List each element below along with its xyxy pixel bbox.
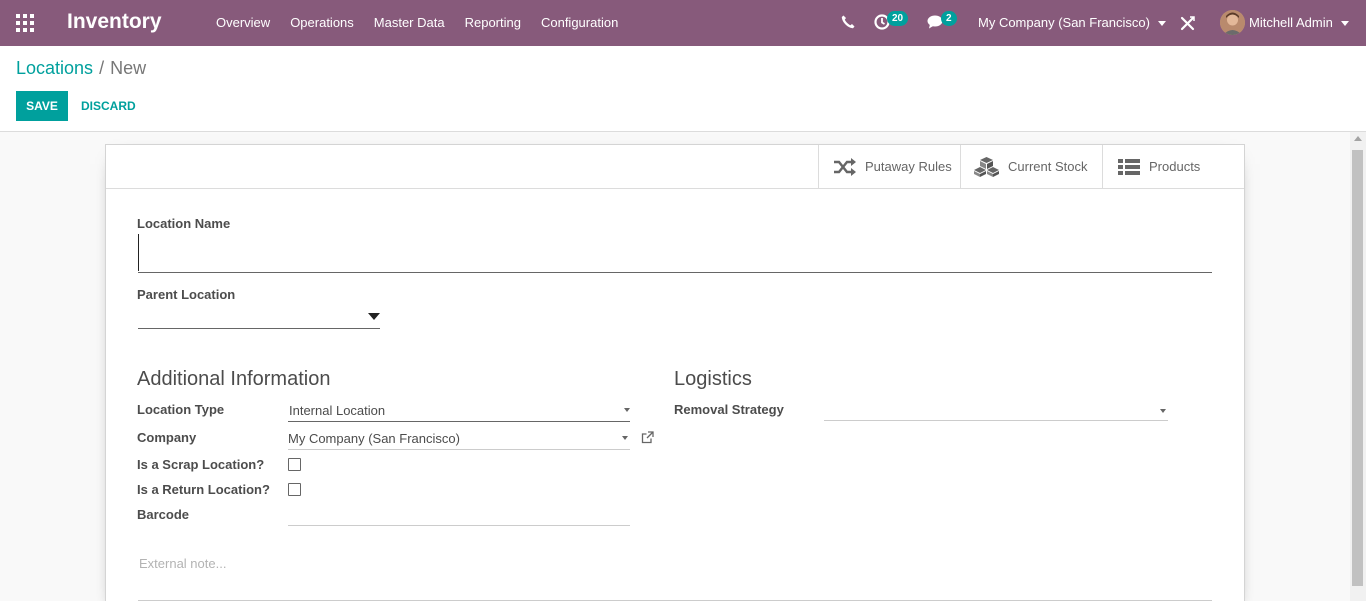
location-type-dropdown-icon[interactable] [624, 408, 630, 412]
location-type-label: Location Type [137, 402, 225, 417]
return-location-label: Is a Return Location? [137, 482, 270, 497]
discard-button[interactable]: DISCARD [74, 91, 143, 121]
top-navbar: Inventory Overview Operations Master Dat… [0, 0, 1366, 46]
form-sheet: Putaway Rules Current Stock Products Loc… [105, 144, 1245, 601]
company-value: My Company (San Francisco) [288, 431, 460, 446]
return-location-checkbox[interactable] [288, 483, 301, 496]
control-panel: Locations / New SAVE DISCARD [0, 46, 1366, 132]
location-type-select[interactable]: Internal Location [288, 400, 630, 422]
location-type-value: Internal Location [289, 403, 386, 418]
shuffle-icon [834, 157, 856, 176]
main-menu: Overview Operations Master Data Reportin… [206, 0, 628, 46]
scroll-up-arrow-icon[interactable] [1354, 136, 1362, 141]
putaway-rules-label: Putaway Rules [865, 159, 952, 174]
activity-count-badge: 20 [887, 11, 909, 26]
scrap-location-checkbox[interactable] [288, 458, 301, 471]
barcode-input[interactable] [288, 504, 630, 526]
location-name-input[interactable] [138, 233, 1212, 273]
company-switcher-label: My Company (San Francisco) [978, 15, 1150, 30]
menu-overview[interactable]: Overview [206, 0, 280, 46]
putaway-rules-button[interactable]: Putaway Rules [818, 145, 960, 188]
products-button[interactable]: Products [1102, 145, 1244, 188]
smart-button-box: Putaway Rules Current Stock Products [106, 145, 1244, 189]
products-label: Products [1149, 159, 1201, 174]
menu-configuration[interactable]: Configuration [531, 0, 628, 46]
list-icon [1118, 158, 1140, 175]
external-note-input[interactable]: External note... [139, 556, 226, 571]
company-dropdown-icon[interactable] [622, 436, 628, 440]
additional-information-title: Additional Information [137, 368, 331, 390]
menu-operations[interactable]: Operations [280, 0, 364, 46]
parent-location-label: Parent Location [137, 287, 236, 302]
current-stock-button[interactable]: Current Stock [960, 145, 1102, 188]
avatar[interactable] [1220, 10, 1245, 35]
chevron-down-icon [1340, 21, 1349, 27]
app-title[interactable]: Inventory [67, 10, 162, 34]
scrollbar-thumb[interactable] [1352, 150, 1363, 586]
breadcrumb-locations[interactable]: Locations [16, 58, 93, 78]
location-name-label: Location Name [137, 216, 231, 231]
company-label: Company [137, 430, 197, 445]
parent-location-dropdown-icon[interactable] [368, 313, 380, 320]
breadcrumb: Locations / New [16, 58, 146, 79]
cubes-icon [974, 156, 999, 177]
message-count-badge: 2 [941, 11, 957, 26]
removal-strategy-label: Removal Strategy [674, 402, 784, 417]
company-select[interactable]: My Company (San Francisco) [288, 428, 630, 450]
external-link-icon[interactable] [641, 431, 654, 444]
menu-reporting[interactable]: Reporting [455, 0, 531, 46]
phone-icon[interactable] [840, 14, 856, 30]
user-name: Mitchell Admin [1249, 15, 1333, 30]
scrap-location-label: Is a Scrap Location? [137, 457, 265, 472]
company-switcher[interactable]: My Company (San Francisco) [978, 0, 1166, 46]
parent-location-select[interactable] [138, 307, 380, 329]
breadcrumb-separator: / [99, 58, 105, 78]
breadcrumb-current: New [110, 58, 147, 78]
save-button[interactable]: SAVE [16, 91, 68, 121]
debug-tools-icon[interactable] [1180, 15, 1196, 31]
removal-strategy-dropdown-icon[interactable] [1160, 409, 1166, 413]
barcode-label: Barcode [137, 507, 190, 522]
menu-master-data[interactable]: Master Data [364, 0, 455, 46]
logistics-title: Logistics [674, 368, 752, 390]
chevron-down-icon [1157, 21, 1166, 27]
current-stock-label: Current Stock [1008, 159, 1088, 174]
user-menu[interactable]: Mitchell Admin [1249, 0, 1349, 46]
apps-menu-icon[interactable] [16, 14, 34, 32]
text-cursor [138, 234, 139, 271]
removal-strategy-select[interactable] [824, 399, 1168, 421]
